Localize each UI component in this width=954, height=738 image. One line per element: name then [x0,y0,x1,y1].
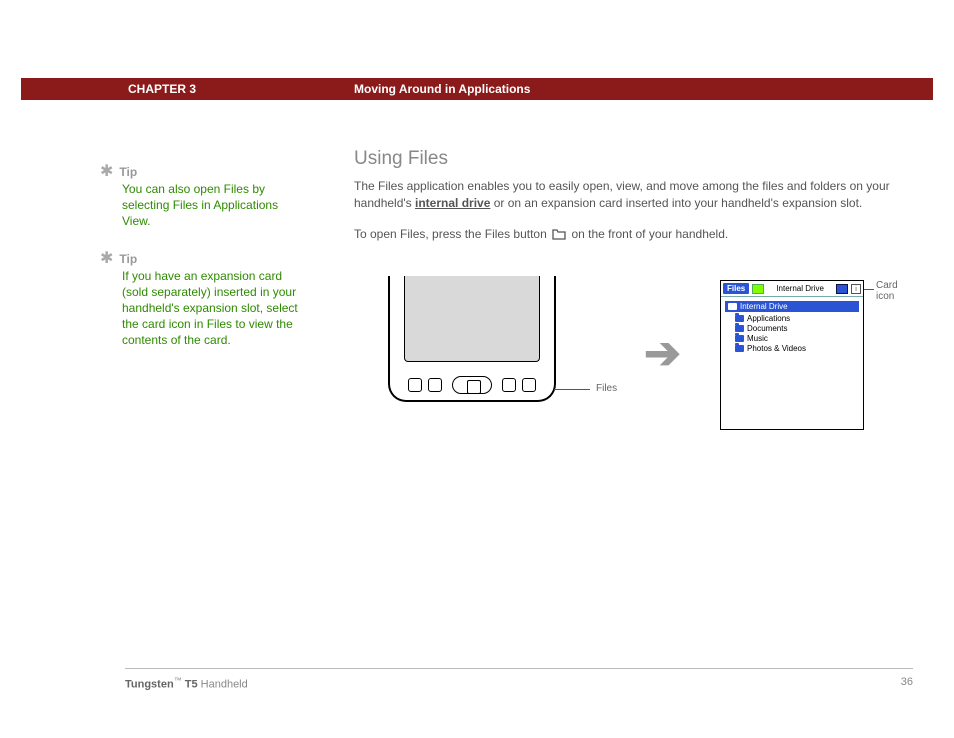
open-files-paragraph: To open Files, press the Files button on… [354,226,914,245]
files-button-icon [552,228,566,245]
illustration-row: Files ➔ Files Internal Drive i Internal … [354,276,914,436]
footer-divider [125,668,913,669]
device-home-button-icon [408,378,422,392]
files-folder-row: Documents [735,324,859,333]
folder-icon [735,335,744,342]
tip-label: Tip [119,252,137,266]
handheld-device-illustration [388,276,556,402]
para-text: To open Files, press the Files button [354,227,550,241]
trademark-symbol: ™ [174,676,182,685]
files-callout-label: Files [596,383,617,394]
files-folder-row: Applications [735,314,859,323]
chapter-header: CHAPTER 3 Moving Around in Applications [21,78,933,100]
folder-label: Music [747,334,768,343]
tips-sidebar: ✱ Tip You can also open Files by selecti… [100,165,305,371]
tip-body: If you have an expansion card (sold sepa… [122,268,305,349]
files-folder-row: Music [735,334,859,343]
folder-icon [735,315,744,322]
callout-text: Card icon [876,280,898,302]
files-status-icon [752,284,764,294]
device-files-button-icon [502,378,516,392]
device-button-icon [522,378,536,392]
intro-paragraph: The Files application enables you to eas… [354,178,914,212]
folder-icon [735,325,744,332]
internal-drive-link[interactable]: internal drive [415,196,490,210]
asterisk-icon: ✱ [100,252,113,266]
asterisk-icon: ✱ [100,165,113,179]
page-footer: Tungsten™ T5 Handheld 36 [125,676,913,691]
info-icon: i [851,284,861,294]
folder-label: Documents [747,324,787,333]
card-icon [836,284,848,294]
arrow-right-icon: ➔ [644,328,681,379]
card-icon-callout-label: Card icon [876,280,914,302]
device-nav-button-icon [452,376,492,394]
device-button-icon [428,378,442,392]
product-tail: Handheld [198,679,248,691]
callout-line [554,389,590,390]
folder-label: Applications [747,314,790,323]
selected-label: Internal Drive [740,302,788,311]
folder-label: Photos & Videos [747,344,806,353]
product-model: T5 [182,679,198,691]
folder-icon [735,345,744,352]
tip-block: ✱ Tip If you have an expansion card (sol… [100,252,305,349]
tip-block: ✱ Tip You can also open Files by selecti… [100,165,305,230]
chapter-label: CHAPTER 3 [128,82,196,96]
product-name: Tungsten™ T5 Handheld [125,676,248,691]
drive-icon [728,303,737,310]
para-text: or on an expansion card inserted into yo… [490,196,862,210]
files-title-label: Files [723,283,749,294]
files-app-window: Files Internal Drive i Internal Drive Ap… [720,280,864,430]
files-folder-row: Photos & Videos [735,344,859,353]
tip-label: Tip [119,165,137,179]
section-heading: Using Files [354,148,914,170]
drive-selector-label: Internal Drive [767,284,833,293]
para-text: on the front of your handheld. [568,227,728,241]
files-selected-row: Internal Drive [725,301,859,312]
main-content: Using Files The Files application enable… [354,148,914,258]
files-titlebar: Files Internal Drive i [721,281,863,297]
tip-body: You can also open Files by selecting Fil… [122,181,305,230]
chapter-title: Moving Around in Applications [354,82,530,96]
page-number: 36 [901,676,913,691]
device-screen [404,276,540,362]
callout-line [864,289,874,290]
product-bold: Tungsten [125,679,174,691]
